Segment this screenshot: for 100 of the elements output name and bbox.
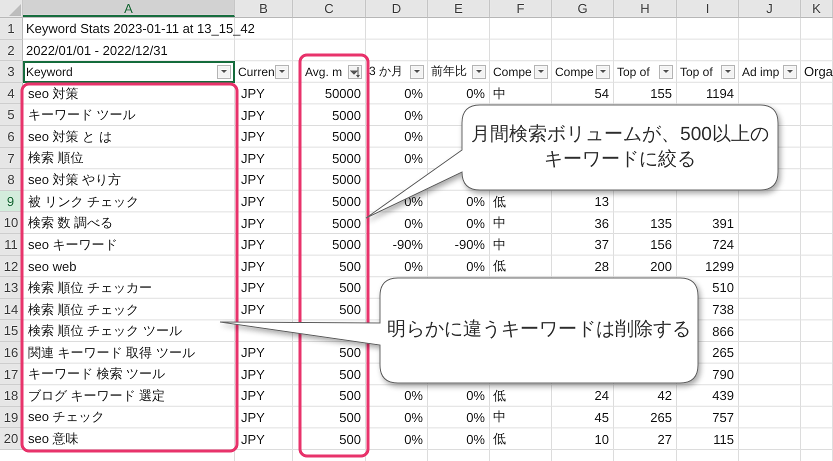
table-cell: 200 bbox=[650, 258, 672, 274]
column-header[interactable]: E bbox=[428, 0, 490, 17]
row-header[interactable]: 3 bbox=[0, 61, 23, 83]
table-cell: JPY bbox=[241, 172, 265, 188]
table-cell: 5000 bbox=[332, 172, 361, 188]
table-cell: 0% bbox=[466, 258, 485, 274]
table-cell: 156 bbox=[650, 237, 672, 252]
table-cell: 50000 bbox=[324, 86, 361, 102]
table-cell: JPY bbox=[241, 216, 265, 231]
table-cell: 28 bbox=[594, 258, 609, 274]
dropdown-icon bbox=[599, 69, 607, 74]
table-cell: seo 意味 bbox=[28, 430, 79, 448]
table-cell: 5000 bbox=[332, 129, 361, 144]
table-cell: 中 bbox=[493, 408, 506, 426]
table-cell: 500 bbox=[339, 432, 361, 447]
column-header[interactable]: B bbox=[235, 0, 293, 17]
table-cell: 36 bbox=[594, 216, 609, 231]
filter-button[interactable] bbox=[596, 64, 610, 79]
table-cell: 0% bbox=[466, 194, 485, 210]
table-cell: 500 bbox=[339, 410, 361, 425]
table-cell: 0% bbox=[404, 388, 423, 404]
filter-button[interactable] bbox=[348, 64, 362, 79]
table-cell: JPY bbox=[241, 86, 265, 102]
table-cell: seo キーワード bbox=[28, 236, 118, 254]
table-cell: 5000 bbox=[332, 150, 361, 166]
table-cell: 5000 bbox=[332, 216, 361, 231]
table-cell: JPY bbox=[241, 237, 265, 252]
table-cell: 検索 順位 チェッカー bbox=[28, 278, 152, 297]
row-header[interactable]: 8 bbox=[0, 169, 23, 191]
row-header[interactable]: 13 bbox=[0, 277, 23, 299]
filter-button[interactable] bbox=[217, 64, 231, 79]
table-cell: 265 bbox=[650, 410, 672, 425]
dropdown-icon bbox=[475, 69, 483, 74]
table-cell: 検索 順位 bbox=[28, 149, 84, 168]
filter-button[interactable] bbox=[410, 64, 424, 79]
table-cell: seo 対策 bbox=[28, 84, 79, 103]
table-cell: キーワード ツール bbox=[28, 106, 136, 124]
column-header[interactable]: F bbox=[490, 0, 552, 17]
column-title: Curren bbox=[238, 64, 274, 79]
table-cell: 500 bbox=[339, 345, 361, 360]
table-cell: 低 bbox=[493, 257, 506, 276]
filter-button[interactable] bbox=[659, 64, 673, 79]
table-cell: 13 bbox=[594, 194, 609, 210]
table-cell: 中 bbox=[493, 214, 506, 232]
row-header[interactable]: 5 bbox=[0, 104, 23, 126]
callout-text: 月間検索ボリュームが、500以上の キーワードに絞る bbox=[471, 122, 769, 172]
table-cell: 0% bbox=[466, 86, 485, 102]
row-header[interactable]: 20 bbox=[0, 428, 23, 450]
column-title: Compe bbox=[555, 64, 595, 79]
table-cell: 45 bbox=[594, 410, 609, 425]
column-header[interactable]: J bbox=[739, 0, 801, 17]
row-header[interactable]: 2 bbox=[0, 40, 23, 62]
sheet-title: 2022/01/01 - 2022/12/31 bbox=[26, 42, 168, 58]
table-cell: 790 bbox=[712, 366, 734, 382]
table-cell: 0% bbox=[404, 216, 423, 231]
table-cell: 265 bbox=[712, 345, 734, 360]
table-cell: seo 対策 と は bbox=[28, 128, 112, 146]
table-cell: JPY bbox=[241, 345, 265, 360]
table-cell: 0% bbox=[404, 86, 423, 102]
column-header[interactable]: I bbox=[677, 0, 739, 17]
filter-button[interactable] bbox=[721, 64, 735, 79]
row-header[interactable]: 15 bbox=[0, 320, 23, 342]
dropdown-icon bbox=[537, 69, 545, 74]
table-cell: 510 bbox=[712, 280, 734, 296]
filter-button[interactable] bbox=[472, 64, 486, 79]
table-cell: 検索 順位 チェック ツール bbox=[28, 322, 182, 340]
table-cell: 0% bbox=[466, 432, 485, 447]
row-header[interactable]: 1 bbox=[0, 18, 23, 40]
row-header[interactable]: 10 bbox=[0, 212, 23, 234]
column-header[interactable]: A bbox=[23, 0, 235, 17]
filter-button[interactable] bbox=[275, 64, 289, 79]
table-cell: 0% bbox=[404, 108, 423, 123]
column-title: Ad imp bbox=[742, 64, 780, 79]
column-title: 前年比 bbox=[431, 63, 468, 80]
column-header[interactable]: G bbox=[552, 0, 614, 17]
table-cell: 0% bbox=[404, 129, 423, 144]
table-cell: seo 対策 やり方 bbox=[28, 170, 122, 189]
dropdown-icon bbox=[786, 69, 794, 74]
table-cell: 1299 bbox=[705, 258, 734, 274]
column-title: Keyword bbox=[26, 64, 74, 79]
column-header[interactable]: C bbox=[293, 0, 366, 17]
table-cell: seo web bbox=[28, 258, 76, 274]
table-cell: 検索 順位 チェック bbox=[28, 300, 140, 319]
table-cell: 関連 キーワード 取得 ツール bbox=[28, 344, 195, 362]
table-cell: ブログ キーワード 選定 bbox=[28, 386, 166, 405]
filter-button[interactable] bbox=[534, 64, 548, 79]
table-cell: 738 bbox=[712, 302, 734, 318]
sheet-title: Keyword Stats 2023-01-11 at 13_15_42 bbox=[26, 21, 255, 36]
table-cell: JPY bbox=[241, 129, 265, 144]
row-header[interactable]: 18 bbox=[0, 385, 23, 407]
table-cell: 5000 bbox=[332, 108, 361, 123]
table-cell: 0% bbox=[404, 410, 423, 425]
table-cell: 724 bbox=[712, 237, 734, 252]
table-cell: 0% bbox=[466, 216, 485, 231]
column-header[interactable]: D bbox=[366, 0, 428, 17]
column-header[interactable]: H bbox=[614, 0, 677, 17]
column-title: Compe bbox=[493, 64, 533, 79]
column-header[interactable]: K bbox=[801, 0, 833, 17]
column-title: Avg. m bbox=[305, 64, 344, 79]
filter-button[interactable] bbox=[783, 64, 797, 79]
